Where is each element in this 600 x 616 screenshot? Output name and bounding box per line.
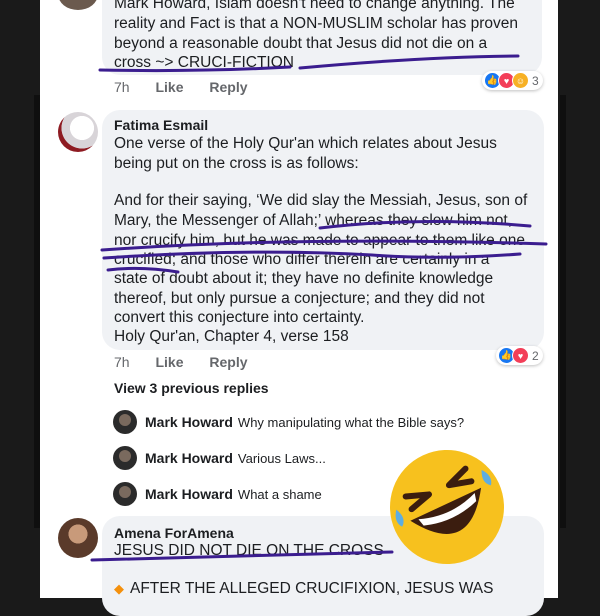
haha-reaction-icon: ☺: [512, 72, 529, 89]
comment-text-line: Mary, the Messenger of Allah;’ whereas t…: [114, 212, 513, 229]
comment-bubble: Mark Howard, Islam doesn't need to chang…: [102, 0, 542, 75]
comment-text-line: convert this conjecture into certainty.: [114, 309, 365, 326]
comment-text: AFTER THE ALLEGED CRUCIFIXION, JESUS WAS: [130, 580, 494, 597]
reply-author[interactable]: Mark Howard: [145, 450, 233, 466]
comment-actions: 7h Like Reply: [114, 79, 270, 95]
avatar[interactable]: [113, 446, 137, 470]
like-button[interactable]: Like: [155, 354, 183, 370]
photo-border-right: [560, 95, 566, 528]
love-reaction-icon: ♥: [512, 347, 529, 364]
avatar[interactable]: [113, 410, 137, 434]
timestamp[interactable]: 7h: [114, 79, 130, 95]
comment-text-line: nor crucify him, but he was made to appe…: [114, 232, 525, 249]
like-button[interactable]: Like: [155, 79, 183, 95]
comment-text-line: Holy Qur'an, Chapter 4, verse 158: [114, 328, 349, 345]
reply-author[interactable]: Mark Howard: [145, 414, 233, 430]
comment-text-line: reality and Fact is that a NON-MUSLIM sc…: [114, 15, 519, 32]
reaction-summary[interactable]: 👍 ♥ 2: [496, 346, 543, 365]
reply-button[interactable]: Reply: [209, 354, 247, 370]
comment-text-line: And for their saying, ‘We did slay the M…: [114, 192, 528, 209]
comment-text-line: Mark Howard, Islam doesn't need to chang…: [114, 0, 515, 12]
comment-author[interactable]: Fatima Esmail: [114, 116, 208, 134]
avatar[interactable]: [113, 482, 137, 506]
comment-text-line: beyond a reasonable doubt that Jesus did…: [114, 35, 488, 52]
comment-text-line: state of doubt about it; they have no de…: [114, 270, 494, 287]
comment-text-line: thereof, but only pursue a conjecture; a…: [114, 290, 485, 307]
comment-text-line: One verse of the Holy Qur'an which relat…: [114, 135, 497, 152]
comment-author[interactable]: Amena ForAmena: [114, 524, 234, 542]
avatar[interactable]: [58, 112, 98, 152]
reply-item: Mark Howard Various Laws...: [113, 446, 326, 470]
comment-text-line: being put on the cross is as follows:: [114, 155, 359, 172]
comment-text-line: JESUS DID NOT DIE ON THE CROSS: [114, 542, 384, 559]
reply-item: Mark Howard Why manipulating what the Bi…: [113, 410, 464, 434]
reply-text: Why manipulating what the Bible says?: [237, 414, 465, 430]
comment-text-line: ◆ AFTER THE ALLEGED CRUCIFIXION, JESUS WA…: [114, 579, 493, 599]
reaction-count: 2: [532, 348, 539, 363]
comment-text-line: cross ~> CRUCI-FICTION: [114, 54, 294, 71]
view-previous-replies-link[interactable]: View 3 previous replies: [114, 380, 269, 396]
reaction-summary[interactable]: 👍 ♥ ☺ 3: [482, 71, 543, 90]
reply-text: What a shame: [237, 486, 322, 502]
reply-author[interactable]: Mark Howard: [145, 486, 233, 502]
rolling-laughing-emoji: [390, 450, 504, 564]
reply-item: Mark Howard What a shame: [113, 482, 322, 506]
avatar[interactable]: [58, 518, 98, 558]
reply-text: Various Laws...: [237, 450, 326, 466]
comment-bubble: Fatima Esmail One verse of the Holy Qur'…: [102, 110, 544, 350]
reaction-count: 3: [532, 73, 539, 88]
orange-diamond-icon: ◆: [114, 581, 124, 596]
comment-text-line: crucified; and those who differ therein …: [114, 251, 490, 268]
comment-actions: 7h Like Reply: [114, 354, 270, 370]
reply-button[interactable]: Reply: [209, 79, 247, 95]
timestamp[interactable]: 7h: [114, 354, 130, 370]
